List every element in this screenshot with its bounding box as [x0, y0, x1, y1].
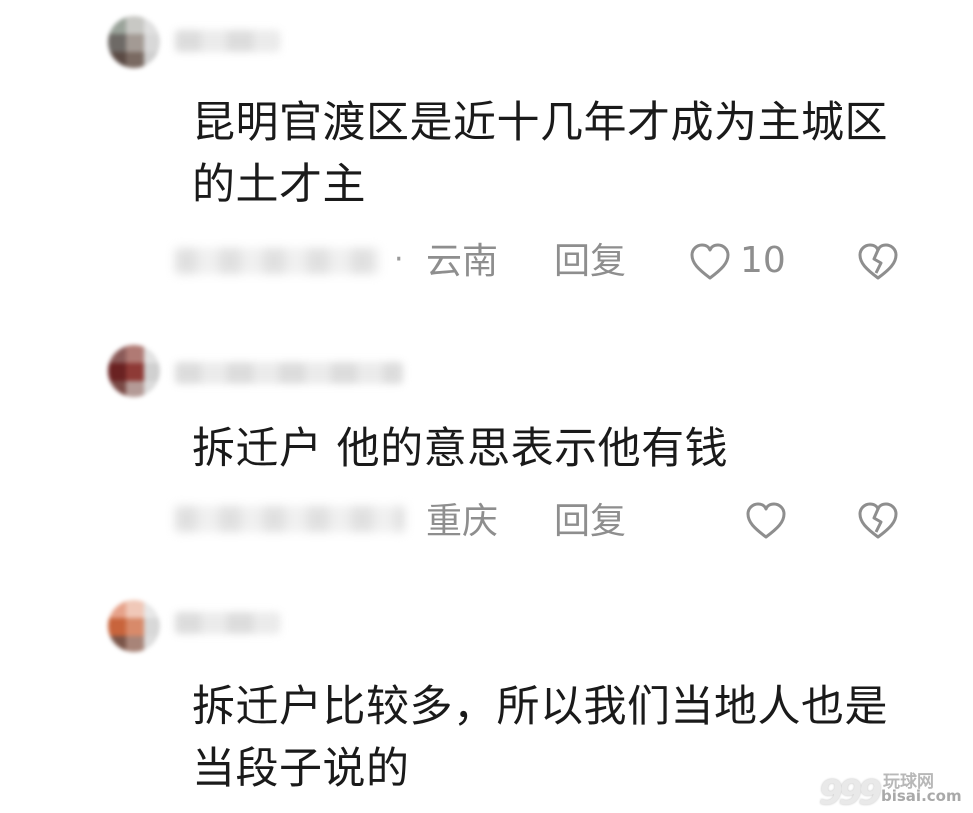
timestamp-blurred — [175, 506, 405, 532]
watermark-number: 999 — [819, 773, 882, 813]
heart-outline-icon — [746, 502, 786, 539]
username-blurred[interactable] — [175, 30, 280, 52]
location-label: 云南 — [426, 241, 499, 282]
avatar[interactable] — [108, 345, 160, 397]
reply-button[interactable]: 回复 — [554, 242, 626, 282]
reply-button[interactable]: 回复 — [554, 502, 626, 542]
watermark-logo: 999 玩球网 bisai.com — [819, 767, 969, 813]
username-blurred[interactable] — [175, 612, 280, 634]
dislike-button[interactable] — [856, 241, 900, 283]
heart-outline-icon — [690, 243, 730, 280]
dislike-button[interactable] — [856, 500, 900, 542]
separator-dot: · — [394, 242, 404, 277]
comment-text: 拆迁户比较多，所以我们当地人也是当段子说的 — [192, 682, 888, 794]
location-label: 重庆 — [426, 501, 499, 542]
like-count: 10 — [740, 240, 786, 281]
watermark-en: bisai.com — [881, 787, 962, 805]
like-button[interactable] — [744, 500, 788, 542]
broken-heart-icon — [858, 243, 898, 280]
username-blurred[interactable] — [175, 362, 403, 384]
avatar[interactable] — [108, 16, 160, 68]
avatar[interactable] — [108, 600, 160, 652]
broken-heart-icon — [858, 502, 898, 539]
comment-text: 拆迁户 他的意思表示他有钱 — [192, 424, 729, 474]
timestamp-blurred — [175, 248, 380, 274]
comment-text: 昆明官渡区是近十几年才成为主城区的土才主 — [192, 98, 888, 210]
like-button[interactable]: 10 — [688, 241, 798, 283]
